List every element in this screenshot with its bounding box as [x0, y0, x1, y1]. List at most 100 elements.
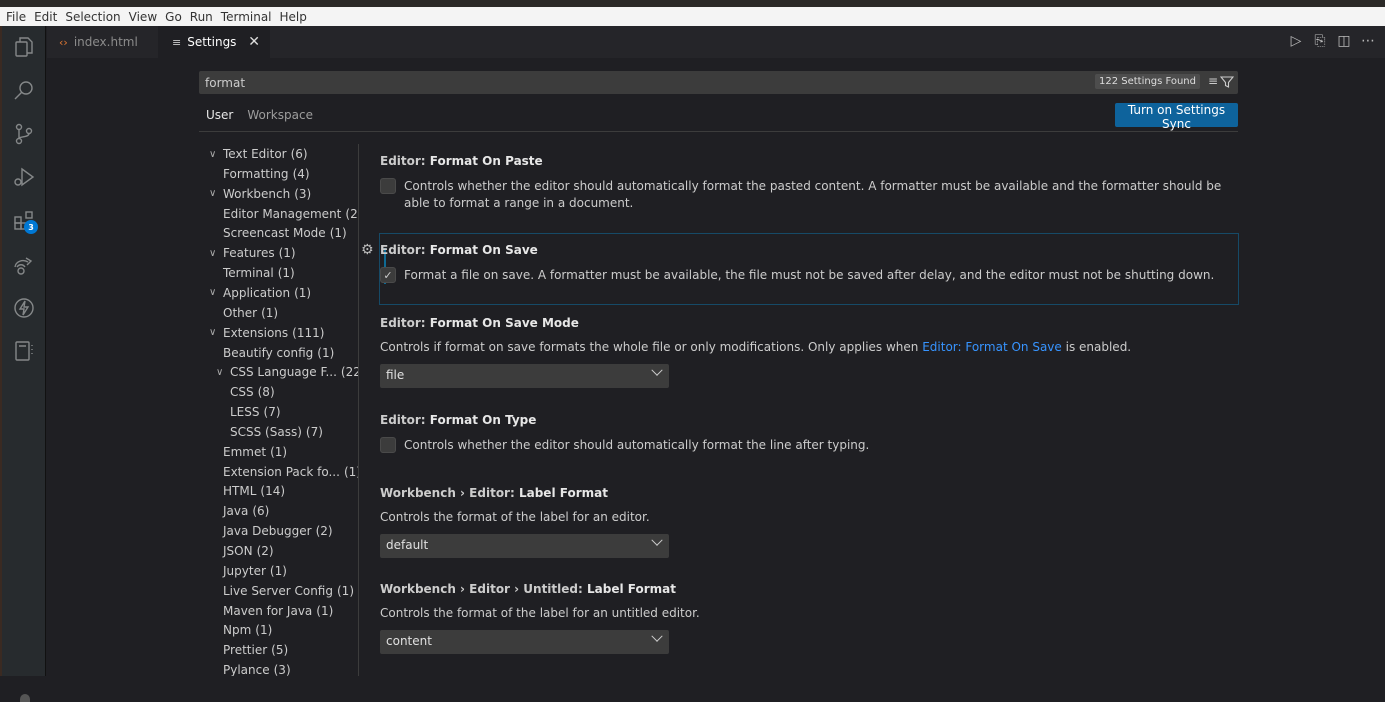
toc-item[interactable]: ∨ CSS Language F...(22) [216, 362, 358, 382]
account-icon[interactable] [20, 694, 30, 702]
menu-bar: File Edit Selection View Go Run Terminal… [0, 7, 1385, 26]
menu-file[interactable]: File [2, 10, 30, 24]
toc-item[interactable]: Prettier (5) [223, 640, 288, 660]
setting-category: Editor: [380, 243, 430, 257]
toc-count: (5) [271, 643, 289, 658]
split-editor-icon[interactable]: ◫ [1337, 33, 1351, 49]
format-on-type-checkbox[interactable] [380, 437, 396, 453]
tab-workspace[interactable]: Workspace [240, 104, 320, 132]
setting-description: Controls if format on save formats the w… [380, 339, 1240, 356]
chevron-down-icon [651, 364, 663, 376]
toc-item[interactable]: Npm (1) [223, 620, 272, 640]
toc-label: JSON [223, 544, 253, 558]
format-on-save-mode-select[interactable]: file [380, 364, 669, 388]
toc-label: Editor Management [223, 206, 342, 221]
toc-item[interactable]: Jupyter (1) [223, 561, 287, 581]
menu-help[interactable]: Help [276, 10, 311, 24]
toc-count: (1) [278, 246, 296, 261]
run-debug-icon[interactable] [11, 164, 37, 190]
toc-item[interactable]: SCSS (Sass) (7) [230, 422, 323, 442]
label-format-select[interactable]: default [380, 534, 669, 558]
toc-item[interactable]: CSS (8) [230, 382, 275, 402]
menu-run[interactable]: Run [186, 10, 217, 24]
setting-format-on-paste: Editor: Format On Paste Controls whether… [380, 154, 1240, 212]
menu-selection[interactable]: Selection [61, 10, 124, 24]
toc-label: Text Editor [223, 147, 287, 161]
filter-icon[interactable] [1219, 75, 1235, 92]
menu-terminal[interactable]: Terminal [217, 10, 276, 24]
toc-count: (2) [345, 206, 358, 221]
remote-explorer-icon[interactable] [11, 252, 37, 278]
toc-item[interactable]: Live Server Config (1) [223, 581, 354, 601]
close-icon[interactable]: ✕ [248, 34, 260, 50]
toc-count: (3) [273, 663, 291, 676]
tab-settings[interactable]: ≡ Settings ✕ [158, 26, 270, 58]
toc-label: Beautify config [223, 345, 314, 360]
toc-count: (7) [305, 424, 323, 439]
toc-item[interactable]: JSON (2) [223, 541, 274, 561]
menu-go[interactable]: Go [161, 10, 186, 24]
toc-label: Jupyter [223, 563, 266, 578]
format-on-save-link[interactable]: Editor: Format On Save [922, 340, 1062, 354]
toc-item[interactable]: Extension Pack fo...(1) [223, 462, 358, 482]
more-actions-icon[interactable]: ⋯ [1361, 33, 1375, 49]
toc-label: LESS [230, 405, 260, 420]
turn-on-settings-sync-button[interactable]: Turn on Settings Sync [1115, 103, 1238, 131]
toc-item[interactable]: Terminal (1) [223, 263, 295, 283]
toc-item[interactable]: Java Debugger (2) [223, 521, 333, 541]
toc-item[interactable]: ∨ Extensions (111) [209, 323, 324, 343]
toc-count: (111) [292, 325, 325, 340]
check-icon: ✓ [383, 268, 393, 282]
toc-item[interactable]: ∨ Text Editor (6) [209, 144, 308, 164]
setting-category: Editor: [380, 413, 430, 427]
toc-count: (6) [252, 504, 270, 519]
toc-item[interactable]: LESS (7) [230, 402, 281, 422]
tab-label: Settings [187, 35, 237, 49]
chevron-down-icon: ∨ [216, 366, 224, 378]
menu-edit[interactable]: Edit [30, 10, 61, 24]
setting-description: Controls whether the editor should autom… [404, 179, 1222, 210]
toc-item[interactable]: Editor Management(2) [223, 204, 358, 224]
toc-item[interactable]: Beautify config (1) [223, 343, 334, 363]
source-control-icon[interactable] [11, 121, 37, 147]
settings-search-input[interactable] [205, 71, 1085, 94]
setting-key: Format On Type [429, 413, 537, 427]
search-icon[interactable] [11, 77, 37, 103]
menu-view[interactable]: View [125, 10, 161, 24]
toc-item[interactable]: Formatting (4) [223, 164, 310, 184]
toc-item[interactable]: Java (6) [223, 501, 269, 521]
toc-count: (1) [277, 266, 295, 281]
format-on-paste-checkbox[interactable] [380, 178, 396, 194]
tab-user[interactable]: User [199, 104, 241, 132]
toc-item[interactable]: Maven for Java (1) [223, 601, 333, 621]
lightning-icon[interactable] [11, 295, 37, 321]
toc-item[interactable]: Emmet (1) [223, 442, 287, 462]
run-icon[interactable]: ▷ [1289, 33, 1303, 49]
toc-item[interactable]: ∨ Application (1) [209, 283, 311, 303]
toc-count: (22) [340, 365, 358, 380]
open-settings-json-icon[interactable]: ⎘ [1313, 33, 1327, 49]
toc-item[interactable]: Other (1) [223, 303, 278, 323]
explorer-icon[interactable] [11, 34, 37, 60]
notebook-icon[interactable] [11, 338, 37, 364]
toc-item[interactable]: Screencast Mode (1) [223, 223, 347, 243]
format-on-save-checkbox[interactable]: ✓ [380, 267, 396, 283]
chevron-down-icon: ∨ [209, 148, 217, 160]
toc-count: (14) [260, 484, 286, 499]
toc-label: Emmet [223, 444, 267, 459]
setting-description: Controls the format of the label for an … [380, 606, 700, 620]
toc-count: (1) [270, 444, 288, 459]
toc-label: CSS [230, 385, 254, 400]
untitled-label-format-select[interactable]: content [380, 630, 669, 654]
settings-search-box: 122 Settings Found ≡ [199, 71, 1238, 94]
toc-item[interactable]: HTML (14) [223, 481, 285, 501]
clear-filter-icon[interactable]: ≡ [1208, 74, 1218, 88]
setting-key: Format On Paste [429, 154, 543, 168]
toc-label: Terminal [223, 266, 274, 281]
toc-item[interactable]: ∨ Features (1) [209, 243, 296, 263]
tab-index-html[interactable]: ‹› index.html [47, 26, 157, 58]
toc-item[interactable]: ∨ Workbench (3) [209, 184, 311, 204]
toc-label: Extension Pack fo... [223, 464, 340, 479]
select-value: content [386, 634, 432, 648]
toc-item[interactable]: Pylance (3) [223, 660, 291, 676]
